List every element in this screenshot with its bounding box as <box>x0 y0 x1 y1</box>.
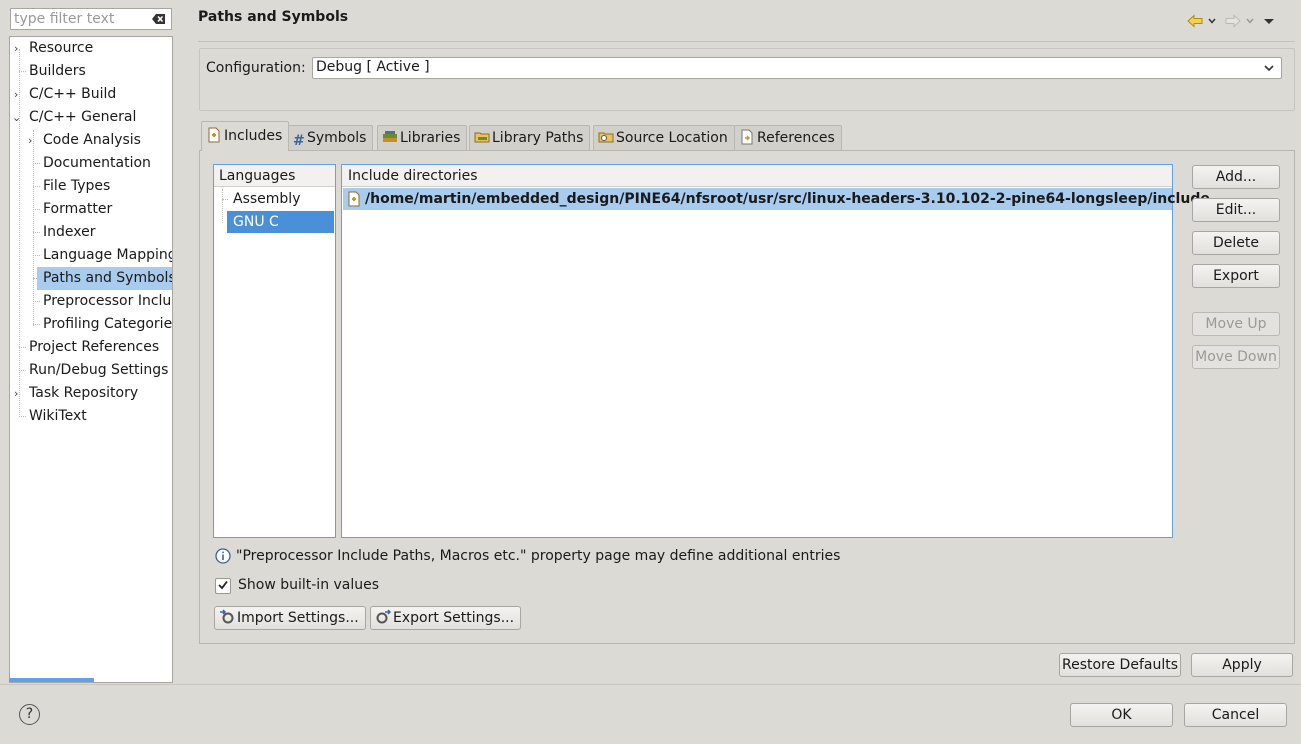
languages-list[interactable]: Languages Assembly GNU C <box>213 164 336 538</box>
view-menu-icon[interactable] <box>1263 12 1275 30</box>
clear-filter-icon[interactable] <box>151 11 167 27</box>
title-separator <box>198 41 1295 42</box>
dialog-separator <box>0 684 1301 685</box>
forward-arrow-icon[interactable] <box>1225 12 1241 30</box>
include-directories-header[interactable]: Include directories <box>342 165 1172 187</box>
back-menu-chevron-icon[interactable] <box>1207 12 1217 30</box>
library-paths-icon <box>474 132 490 143</box>
tree-item-cpp-general[interactable]: ⌄ C/C++ General <box>10 106 172 129</box>
forward-menu-chevron-icon[interactable] <box>1245 12 1255 30</box>
tree-item-task-repository[interactable]: › Task Repository <box>10 382 172 405</box>
tree-connector <box>33 232 40 233</box>
libraries-icon <box>383 131 397 142</box>
include-path: /home/martin/embedded_design/PINE64/nfsr… <box>365 191 1210 207</box>
edit-button[interactable]: Edit... <box>1192 198 1280 222</box>
configuration-label: Configuration: <box>206 60 306 76</box>
languages-header[interactable]: Languages <box>214 165 335 187</box>
tree-item-wikitext[interactable]: WikiText <box>10 405 172 428</box>
show-builtin-checkbox[interactable] <box>215 578 231 594</box>
info-icon <box>215 548 231 564</box>
hash-icon: # <box>293 133 305 149</box>
import-settings-button[interactable]: Import Settings... <box>214 606 366 630</box>
tree-item-preprocessor-include-paths[interactable]: Preprocessor Include Paths, Macros etc. <box>10 290 172 313</box>
collapse-chevron-icon[interactable]: ⌄ <box>12 106 21 129</box>
configuration-value: Debug [ Active ] <box>316 59 430 75</box>
tree-connector <box>19 71 26 72</box>
tab-libraries[interactable]: Libraries <box>377 125 468 151</box>
tree-connector <box>33 255 40 256</box>
tree-horizontal-scrollbar[interactable] <box>9 678 94 682</box>
tree-item-code-analysis[interactable]: › Code Analysis <box>10 129 172 152</box>
history-nav <box>1187 12 1287 30</box>
delete-button[interactable]: Delete <box>1192 231 1280 255</box>
chevron-down-icon <box>1264 65 1274 72</box>
tree-connector <box>33 209 40 210</box>
tree-connector <box>222 189 223 223</box>
move-down-button[interactable]: Move Down <box>1192 345 1280 369</box>
table-row[interactable]: /home/martin/embedded_design/PINE64/nfsr… <box>343 188 1210 210</box>
tree-item-cpp-build[interactable]: › C/C++ Build <box>10 83 172 106</box>
references-icon <box>741 129 753 145</box>
tree-connector <box>19 370 26 371</box>
tree-item-run-debug-settings[interactable]: Run/Debug Settings <box>10 359 172 382</box>
property-page: Paths and Symbols Configuration: Debug [… <box>184 0 1301 684</box>
add-button[interactable]: Add... <box>1192 165 1280 189</box>
includes-icon <box>208 127 220 143</box>
tree-connector <box>19 416 26 417</box>
expand-chevron-icon[interactable]: › <box>14 83 22 106</box>
tree-item-documentation[interactable]: Documentation <box>10 152 172 175</box>
tree-item-project-references[interactable]: Project References <box>10 336 172 359</box>
tree-item-builders[interactable]: Builders <box>10 60 172 83</box>
filter-field[interactable] <box>10 8 172 30</box>
export-settings-button[interactable]: Export Settings... <box>370 606 522 630</box>
help-icon[interactable]: ? <box>19 704 40 725</box>
tab-symbols[interactable]: # Symbols <box>288 125 374 151</box>
import-settings-icon <box>220 609 234 624</box>
tab-includes[interactable]: Includes <box>201 121 290 151</box>
language-item-gnu-c[interactable]: GNU C <box>227 211 334 233</box>
checkmark-icon <box>218 580 228 590</box>
tree-item-file-types[interactable]: File Types <box>10 175 172 198</box>
tree-item-profiling-categories[interactable]: Profiling Categories <box>10 313 172 336</box>
tab-library-paths[interactable]: Library Paths <box>469 125 591 151</box>
apply-button[interactable]: Apply <box>1191 653 1293 677</box>
expand-chevron-icon[interactable]: › <box>14 382 22 405</box>
restore-defaults-button[interactable]: Restore Defaults <box>1059 653 1181 677</box>
expand-chevron-icon[interactable]: › <box>28 129 36 152</box>
tab-source-location[interactable]: Source Location <box>593 125 735 151</box>
language-item-assembly[interactable]: Assembly <box>227 188 334 210</box>
cancel-button[interactable]: Cancel <box>1184 703 1287 727</box>
tree-connector <box>19 347 26 348</box>
show-builtin-label[interactable]: Show built-in values <box>238 577 379 593</box>
tree-connector <box>33 324 40 325</box>
move-up-button[interactable]: Move Up <box>1192 312 1280 336</box>
tree-connector <box>33 163 40 164</box>
tree-item-resource[interactable]: › Resource <box>10 37 172 60</box>
export-button[interactable]: Export <box>1192 264 1280 288</box>
info-message: "Preprocessor Include Paths, Macros etc.… <box>236 548 841 564</box>
tree-connector <box>33 301 40 302</box>
tree-item-language-mappings[interactable]: Language Mappings <box>10 244 172 267</box>
tree-connector <box>33 186 40 187</box>
source-location-icon <box>598 132 614 143</box>
include-folder-icon <box>348 191 360 207</box>
filter-input[interactable] <box>11 9 147 29</box>
preference-tree: › Resource Builders › C/C++ Build ⌄ C/C+… <box>9 36 173 683</box>
expand-chevron-icon[interactable]: › <box>14 37 22 60</box>
page-title: Paths and Symbols <box>198 9 349 25</box>
back-arrow-icon[interactable] <box>1187 12 1203 30</box>
include-directories-table[interactable]: Include directories /home/martin/embedde… <box>341 164 1210 538</box>
configuration-select[interactable]: Debug [ Active ] <box>312 57 1282 79</box>
preference-tree-pane: › Resource Builders › C/C++ Build ⌄ C/C+… <box>0 0 184 684</box>
configuration-group: Configuration: Debug [ Active ] <box>199 48 1295 111</box>
tree-item-paths-and-symbols[interactable]: Paths and Symbols <box>10 267 172 290</box>
export-settings-icon <box>376 609 391 624</box>
tree-item-formatter[interactable]: Formatter <box>10 198 172 221</box>
tab-references[interactable]: References <box>734 125 842 151</box>
ok-button[interactable]: OK <box>1070 703 1173 727</box>
tree-item-indexer[interactable]: Indexer <box>10 221 172 244</box>
